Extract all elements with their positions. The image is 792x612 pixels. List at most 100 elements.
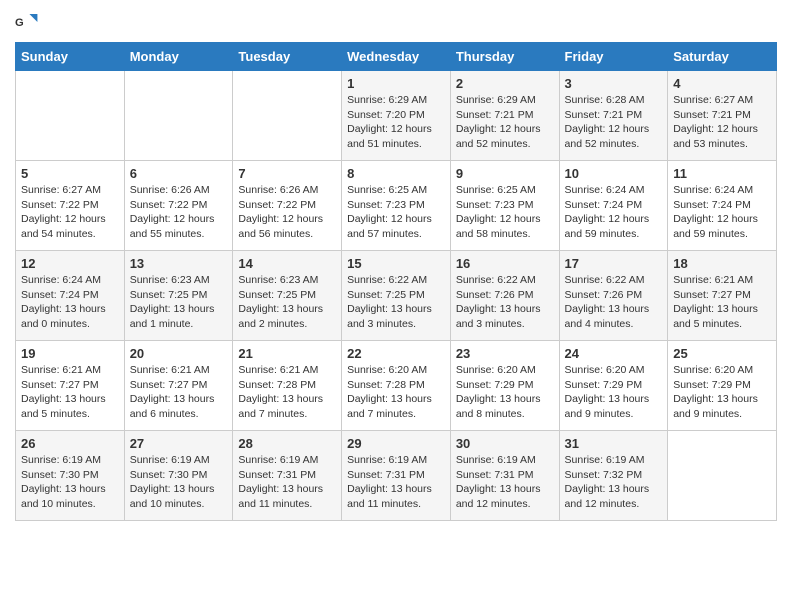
day-info: Sunrise: 6:23 AMSunset: 7:25 PMDaylight:… [130,273,228,332]
day-number: 31 [565,436,663,451]
col-header-sunday: Sunday [16,43,125,71]
day-info: Sunrise: 6:20 AMSunset: 7:29 PMDaylight:… [565,363,663,422]
day-number: 20 [130,346,228,361]
week-row-5: 26 Sunrise: 6:19 AMSunset: 7:30 PMDayligh… [16,431,777,521]
day-info: Sunrise: 6:28 AMSunset: 7:21 PMDaylight:… [565,93,663,152]
calendar-cell: 26 Sunrise: 6:19 AMSunset: 7:30 PMDayligh… [16,431,125,521]
day-number: 3 [565,76,663,91]
calendar-cell: 22 Sunrise: 6:20 AMSunset: 7:28 PMDayligh… [342,341,451,431]
calendar-cell: 4Sunrise: 6:27 AMSunset: 7:21 PMDaylight… [668,71,777,161]
week-row-1: 1 Sunrise: 6:29 AMSunset: 7:20 PMDaylight… [16,71,777,161]
day-number: 16 [456,256,554,271]
day-number: 2 [456,76,554,91]
calendar-cell: 7 Sunrise: 6:26 AMSunset: 7:22 PMDaylight… [233,161,342,251]
day-number: 19 [21,346,119,361]
day-info: Sunrise: 6:22 AMSunset: 7:25 PMDaylight:… [347,273,445,332]
day-info: Sunrise: 6:20 AMSunset: 7:29 PMDaylight:… [673,363,771,422]
calendar-cell: 12 Sunrise: 6:24 AMSunset: 7:24 PMDayligh… [16,251,125,341]
calendar-cell: 31 Sunrise: 6:19 AMSunset: 7:32 PMDayligh… [559,431,668,521]
day-info: Sunrise: 6:23 AMSunset: 7:25 PMDaylight:… [238,273,336,332]
day-number: 24 [565,346,663,361]
day-number: 12 [21,256,119,271]
week-row-4: 19 Sunrise: 6:21 AMSunset: 7:27 PMDayligh… [16,341,777,431]
week-row-3: 12 Sunrise: 6:24 AMSunset: 7:24 PMDayligh… [16,251,777,341]
calendar-cell: 19 Sunrise: 6:21 AMSunset: 7:27 PMDayligh… [16,341,125,431]
calendar-cell [124,71,233,161]
day-info: Sunrise: 6:19 AMSunset: 7:30 PMDaylight:… [130,453,228,512]
day-number: 5 [21,166,119,181]
day-info: Sunrise: 6:21 AMSunset: 7:27 PMDaylight:… [673,273,771,332]
calendar-cell: 11 Sunrise: 6:24 AMSunset: 7:24 PMDayligh… [668,161,777,251]
calendar-cell [233,71,342,161]
day-number: 4 [673,76,771,91]
calendar-cell: 27Sunrise: 6:19 AMSunset: 7:30 PMDayligh… [124,431,233,521]
calendar-cell: 24 Sunrise: 6:20 AMSunset: 7:29 PMDayligh… [559,341,668,431]
calendar-cell: 10 Sunrise: 6:24 AMSunset: 7:24 PMDayligh… [559,161,668,251]
day-number: 1 [347,76,445,91]
day-info: Sunrise: 6:24 AMSunset: 7:24 PMDaylight:… [565,183,663,242]
calendar-cell: 3 Sunrise: 6:28 AMSunset: 7:21 PMDaylight… [559,71,668,161]
day-info: Sunrise: 6:26 AMSunset: 7:22 PMDaylight:… [238,183,336,242]
day-info: Sunrise: 6:19 AMSunset: 7:30 PMDaylight:… [21,453,119,512]
day-info: Sunrise: 6:24 AMSunset: 7:24 PMDaylight:… [21,273,119,332]
day-number: 26 [21,436,119,451]
day-number: 8 [347,166,445,181]
calendar-cell: 15 Sunrise: 6:22 AMSunset: 7:25 PMDayligh… [342,251,451,341]
week-row-2: 5Sunrise: 6:27 AMSunset: 7:22 PMDaylight… [16,161,777,251]
calendar-cell: 16 Sunrise: 6:22 AMSunset: 7:26 PMDayligh… [450,251,559,341]
calendar-cell: 5Sunrise: 6:27 AMSunset: 7:22 PMDaylight… [16,161,125,251]
day-number: 15 [347,256,445,271]
calendar-table: SundayMondayTuesdayWednesdayThursdayFrid… [15,42,777,521]
day-info: Sunrise: 6:19 AMSunset: 7:32 PMDaylight:… [565,453,663,512]
day-number: 13 [130,256,228,271]
logo: G [15,10,43,34]
day-info: Sunrise: 6:25 AMSunset: 7:23 PMDaylight:… [347,183,445,242]
day-info: Sunrise: 6:19 AMSunset: 7:31 PMDaylight:… [238,453,336,512]
calendar-cell: 9 Sunrise: 6:25 AMSunset: 7:23 PMDaylight… [450,161,559,251]
day-number: 9 [456,166,554,181]
day-info: Sunrise: 6:20 AMSunset: 7:29 PMDaylight:… [456,363,554,422]
day-number: 17 [565,256,663,271]
calendar-cell: 17 Sunrise: 6:22 AMSunset: 7:26 PMDayligh… [559,251,668,341]
calendar-cell: 29 Sunrise: 6:19 AMSunset: 7:31 PMDayligh… [342,431,451,521]
svg-text:G: G [15,17,24,29]
day-info: Sunrise: 6:21 AMSunset: 7:27 PMDaylight:… [21,363,119,422]
day-info: Sunrise: 6:29 AMSunset: 7:21 PMDaylight:… [456,93,554,152]
calendar-cell: 23 Sunrise: 6:20 AMSunset: 7:29 PMDayligh… [450,341,559,431]
col-header-tuesday: Tuesday [233,43,342,71]
day-number: 23 [456,346,554,361]
calendar-cell: 2 Sunrise: 6:29 AMSunset: 7:21 PMDaylight… [450,71,559,161]
header: G [15,10,777,34]
calendar-cell: 8 Sunrise: 6:25 AMSunset: 7:23 PMDaylight… [342,161,451,251]
day-number: 6 [130,166,228,181]
day-number: 10 [565,166,663,181]
calendar-cell: 20Sunrise: 6:21 AMSunset: 7:27 PMDayligh… [124,341,233,431]
day-info: Sunrise: 6:25 AMSunset: 7:23 PMDaylight:… [456,183,554,242]
day-info: Sunrise: 6:19 AMSunset: 7:31 PMDaylight:… [347,453,445,512]
calendar-cell [16,71,125,161]
col-header-thursday: Thursday [450,43,559,71]
day-info: Sunrise: 6:21 AMSunset: 7:28 PMDaylight:… [238,363,336,422]
day-number: 29 [347,436,445,451]
day-number: 7 [238,166,336,181]
col-header-saturday: Saturday [668,43,777,71]
day-number: 28 [238,436,336,451]
calendar-cell: 21Sunrise: 6:21 AMSunset: 7:28 PMDayligh… [233,341,342,431]
col-header-wednesday: Wednesday [342,43,451,71]
day-info: Sunrise: 6:20 AMSunset: 7:28 PMDaylight:… [347,363,445,422]
day-number: 22 [347,346,445,361]
calendar-cell: 18Sunrise: 6:21 AMSunset: 7:27 PMDayligh… [668,251,777,341]
calendar-cell: 6 Sunrise: 6:26 AMSunset: 7:22 PMDaylight… [124,161,233,251]
calendar-cell: 25Sunrise: 6:20 AMSunset: 7:29 PMDayligh… [668,341,777,431]
day-number: 11 [673,166,771,181]
calendar-cell [668,431,777,521]
day-info: Sunrise: 6:22 AMSunset: 7:26 PMDaylight:… [565,273,663,332]
calendar-cell: 13 Sunrise: 6:23 AMSunset: 7:25 PMDayligh… [124,251,233,341]
day-info: Sunrise: 6:22 AMSunset: 7:26 PMDaylight:… [456,273,554,332]
calendar-cell: 1 Sunrise: 6:29 AMSunset: 7:20 PMDaylight… [342,71,451,161]
day-number: 30 [456,436,554,451]
calendar-cell: 14Sunrise: 6:23 AMSunset: 7:25 PMDayligh… [233,251,342,341]
day-info: Sunrise: 6:29 AMSunset: 7:20 PMDaylight:… [347,93,445,152]
day-info: Sunrise: 6:24 AMSunset: 7:24 PMDaylight:… [673,183,771,242]
day-info: Sunrise: 6:26 AMSunset: 7:22 PMDaylight:… [130,183,228,242]
